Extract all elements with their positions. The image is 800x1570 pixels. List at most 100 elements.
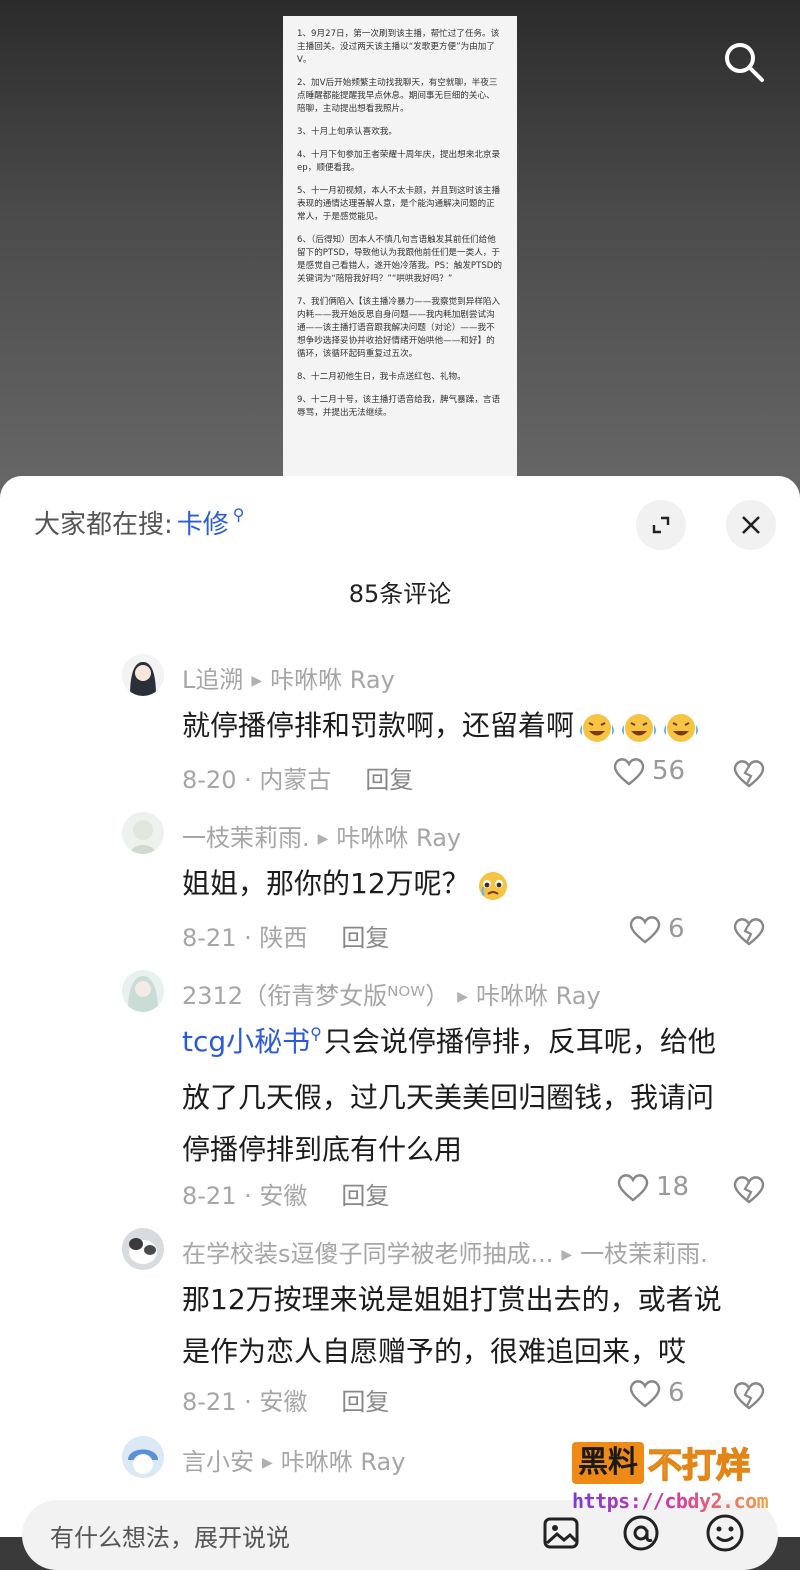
comment-author-line: 在学校装s逗傻子同学被老师抽成... ▶ 一枝茉莉雨. bbox=[182, 1234, 708, 1269]
comment-text: 姐姐，那你的12万呢？ bbox=[182, 858, 772, 910]
doc-paragraph: 2、加V后开始频繁主动找我聊天，有空就聊，半夜三点睡醒都能提醒我早点休息。期间事… bbox=[297, 78, 498, 114]
like-count: 6 bbox=[668, 1378, 685, 1408]
search-small-icon: ⚲ bbox=[310, 1024, 322, 1043]
comment-text-line: 是作为恋人自愿赠予的，很难追回来，哎 bbox=[182, 1335, 687, 1368]
comment-date-location: 8-20 · 内蒙古 bbox=[182, 766, 332, 794]
comment-text-line: 只会说停播停排，反耳呢，给他 bbox=[323, 1025, 716, 1058]
screenshot-document: 1、9月27日，第一次刷到该主播，帮忙过了任务。该主播回关。没过两天该主播以“发… bbox=[283, 16, 517, 486]
doc-paragraph: 3、十月上旬承认喜欢我。 bbox=[297, 127, 397, 137]
reply-to-user[interactable]: 咔咻咻 Ray bbox=[270, 666, 395, 694]
watermark-url: https://cbdy2.com bbox=[572, 1489, 778, 1513]
doc-paragraph: 7、我们俩陷入【该主播冷暴力——我察觉到异样陷入内耗——我开始反思自身问题——我… bbox=[297, 297, 501, 359]
comment-input-placeholder: 有什么想法，展开说说 bbox=[50, 1524, 290, 1552]
mention-link[interactable]: tcg小秘书 bbox=[182, 1025, 310, 1058]
emoji-icon[interactable] bbox=[704, 1512, 746, 1558]
comment-meta: 8-20 · 内蒙古 回复 bbox=[182, 760, 413, 795]
search-small-icon: ⚲ bbox=[232, 505, 245, 524]
hot-search-bar[interactable]: 大家都在搜: 卡修 ⚲ bbox=[34, 504, 245, 541]
comment-text-content: 姐姐，那你的12万呢？ bbox=[182, 867, 470, 900]
like-button[interactable]: 18 bbox=[616, 1172, 689, 1202]
comment-text-line: 放了几天假，过几天美美回归圈钱，我请问 bbox=[182, 1081, 715, 1114]
broken-heart-icon bbox=[733, 760, 765, 788]
reply-to-user[interactable]: 咔咻咻 Ray bbox=[336, 824, 461, 852]
comment-text-content: 就停播停排和罚款啊，还留着啊 bbox=[182, 709, 575, 742]
reply-to-user[interactable]: 咔咻咻 Ray bbox=[281, 1448, 406, 1476]
comment-author-line: L追溯 ▶ 咔咻咻 Ray bbox=[182, 660, 395, 695]
comment-text: 那12万按理来说是姐姐打赏出去的，或者说 是作为恋人自愿赠予的，很难追回来，哎 bbox=[182, 1274, 772, 1378]
broken-heart-icon bbox=[733, 1382, 765, 1410]
avatar[interactable] bbox=[122, 812, 164, 854]
reply-arrow-icon: ▶ bbox=[561, 1247, 573, 1263]
expand-button[interactable] bbox=[636, 500, 686, 550]
at-mention-icon[interactable] bbox=[620, 1512, 662, 1558]
like-button[interactable]: 6 bbox=[628, 914, 685, 944]
heart-icon bbox=[629, 1380, 661, 1408]
reply-arrow-icon: ▶ bbox=[251, 673, 263, 689]
heart-icon bbox=[629, 916, 661, 944]
reply-to-user[interactable]: 一枝茉莉雨. bbox=[580, 1240, 708, 1268]
doc-paragraph: 9、十二月十号，该主播打语音给我，脾气暴躁，言语辱骂，并提出无法继续。 bbox=[297, 395, 501, 418]
cry-laugh-emoji bbox=[616, 709, 658, 742]
comment-text-line: 那12万按理来说是姐姐打赏出去的，或者说 bbox=[182, 1283, 722, 1316]
dislike-button[interactable] bbox=[732, 1380, 766, 1414]
comment-author-line: 言小安 ▶ 咔咻咻 Ray bbox=[182, 1442, 405, 1477]
comment-meta: 8-21 · 安徽 回复 bbox=[182, 1382, 389, 1417]
avatar[interactable] bbox=[122, 1436, 164, 1478]
avatar[interactable] bbox=[122, 654, 164, 696]
comment-author[interactable]: 言小安 bbox=[182, 1448, 254, 1476]
pleading-emoji bbox=[470, 867, 512, 900]
comment-author[interactable]: 在学校装s逗傻子同学被老师抽成... bbox=[182, 1240, 553, 1268]
reply-arrow-icon: ▶ bbox=[317, 831, 329, 847]
comment-count: 85条评论 bbox=[348, 580, 452, 608]
reply-arrow-icon: ▶ bbox=[457, 989, 469, 1005]
like-button[interactable]: 56 bbox=[612, 756, 685, 786]
broken-heart-icon bbox=[733, 1176, 765, 1204]
dislike-button[interactable] bbox=[732, 1174, 766, 1208]
image-icon[interactable] bbox=[540, 1512, 582, 1558]
watermark-box-text: 黑料 bbox=[572, 1441, 644, 1484]
watermark-text: 不打烊 bbox=[647, 1445, 751, 1487]
reply-button[interactable]: 回复 bbox=[341, 1388, 389, 1416]
like-button[interactable]: 6 bbox=[628, 1378, 685, 1408]
like-count: 18 bbox=[656, 1172, 690, 1202]
avatar[interactable] bbox=[122, 970, 164, 1012]
dislike-button[interactable] bbox=[732, 916, 766, 950]
like-count: 6 bbox=[668, 914, 685, 944]
close-icon bbox=[742, 516, 760, 534]
comment-author[interactable]: L追溯 bbox=[182, 666, 243, 694]
doc-paragraph: 4、十月下旬参加王者荣耀十周年庆，提出想来北京录ep，顺便看我。 bbox=[297, 150, 501, 173]
heart-icon bbox=[613, 758, 645, 786]
expand-icon bbox=[652, 516, 670, 534]
comment-text-line: 停播停排到底有什么用 bbox=[182, 1133, 463, 1166]
reply-arrow-icon: ▶ bbox=[262, 1455, 273, 1471]
comment-author[interactable]: 2312（衔青梦女版ᴺᴼᵂ） bbox=[182, 982, 449, 1010]
comment-date-location: 8-21 · 安徽 bbox=[182, 1182, 308, 1210]
broken-heart-icon bbox=[733, 918, 765, 946]
doc-paragraph: 6、（后得知）因本人不慎几句言语触发其前任们给他留下的PTSD，导致他认为我跟他… bbox=[297, 235, 503, 284]
comment-date-location: 8-21 · 陕西 bbox=[182, 924, 308, 952]
comment-author-line: 2312（衔青梦女版ᴺᴼᵂ） ▶ 咔咻咻 Ray bbox=[182, 976, 601, 1011]
avatar[interactable] bbox=[122, 1228, 164, 1270]
doc-paragraph: 5、十一月初视频，本人不太卡颜，并且到这时该主播表现的通情达理善解人意，是个能沟… bbox=[297, 186, 501, 222]
hot-search-prefix: 大家都在搜: bbox=[34, 510, 173, 540]
reply-to-user[interactable]: 咔咻咻 Ray bbox=[476, 982, 601, 1010]
comment-text: tcg小秘书⚲只会说停播停排，反耳呢，给他 放了几天假，过几天美美回归圈钱，我请… bbox=[182, 1016, 772, 1176]
like-count: 56 bbox=[652, 756, 686, 786]
comment-text: 就停播停排和罚款啊，还留着啊 bbox=[182, 700, 772, 752]
heart-icon bbox=[617, 1174, 649, 1202]
site-watermark: 黑料 不打烊 https://cbdy2.com bbox=[572, 1438, 778, 1516]
comment-date-location: 8-21 · 安徽 bbox=[182, 1388, 308, 1416]
comment-meta: 8-21 · 安徽 回复 bbox=[182, 1176, 389, 1211]
reply-button[interactable]: 回复 bbox=[341, 924, 389, 952]
cry-laugh-emoji bbox=[658, 709, 700, 742]
search-icon[interactable] bbox=[720, 38, 768, 86]
comment-author[interactable]: 一枝茉莉雨. bbox=[182, 824, 310, 852]
dislike-button[interactable] bbox=[732, 758, 766, 792]
comment-author-line: 一枝茉莉雨. ▶ 咔咻咻 Ray bbox=[182, 818, 461, 853]
reply-button[interactable]: 回复 bbox=[365, 766, 413, 794]
cry-laugh-emoji bbox=[574, 709, 616, 742]
reply-button[interactable]: 回复 bbox=[341, 1182, 389, 1210]
hot-search-term[interactable]: 卡修 bbox=[177, 504, 229, 541]
doc-paragraph: 1、9月27日，第一次刷到该主播，帮忙过了任务。该主播回关。没过两天该主播以“发… bbox=[297, 29, 500, 65]
close-button[interactable] bbox=[726, 500, 776, 550]
